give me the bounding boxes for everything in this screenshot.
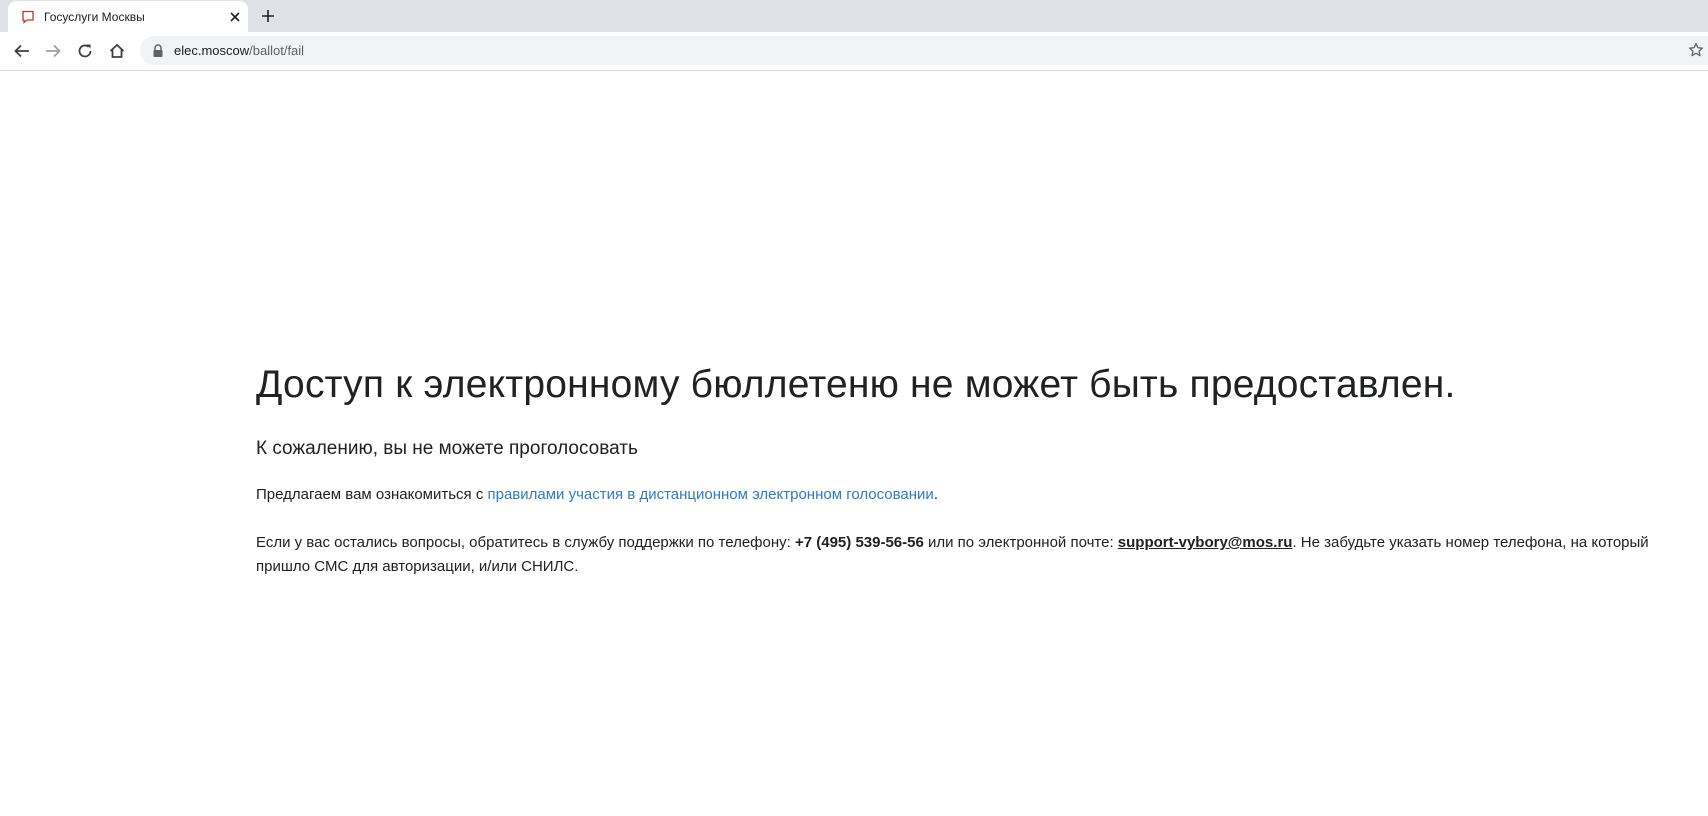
tab-title: Госуслуги Москвы xyxy=(44,10,145,24)
voting-rules-link[interactable]: правилами участия в дистанционном электр… xyxy=(488,486,934,503)
close-tab-icon[interactable] xyxy=(227,9,243,25)
error-content: Доступ к электронному бюллетеню не может… xyxy=(256,360,1656,579)
browser-tabstrip: Госуслуги Москвы xyxy=(0,0,1708,32)
forward-arrow-icon[interactable] xyxy=(44,42,62,60)
address-url[interactable]: elec.moscow/ballot/fail xyxy=(174,43,304,58)
browser-toolbar: elec.moscow/ballot/fail xyxy=(0,32,1708,71)
support-prefix: Если у вас остались вопросы, обратитесь … xyxy=(256,534,795,551)
support-paragraph: Если у вас остались вопросы, обратитесь … xyxy=(256,531,1656,579)
page-title: Доступ к электронному бюллетеню не может… xyxy=(256,363,1456,406)
home-icon[interactable] xyxy=(108,42,126,60)
browser-tab-active[interactable]: Госуслуги Москвы xyxy=(8,1,248,32)
gosuslugi-favicon-icon xyxy=(22,10,34,24)
address-bar[interactable]: elec.moscow/ballot/fail xyxy=(140,36,1708,65)
new-tab-plus-icon[interactable] xyxy=(260,8,276,24)
rules-prefix: Предлагаем вам ознакомиться с xyxy=(256,486,488,503)
rules-suffix: . xyxy=(933,486,938,503)
back-arrow-icon[interactable] xyxy=(13,42,31,60)
rules-paragraph: Предлагаем вам ознакомиться с правилами … xyxy=(256,483,1656,507)
lock-icon[interactable] xyxy=(152,44,164,58)
support-middle: или по электронной почте: xyxy=(923,534,1118,551)
support-phone: +7 (495) 539-56-56 xyxy=(794,534,924,551)
support-email-link[interactable]: support-vybory@mos.ru xyxy=(1118,534,1293,551)
reload-icon[interactable] xyxy=(76,42,94,60)
url-host: elec.moscow xyxy=(174,43,250,58)
bookmark-star-icon[interactable] xyxy=(1688,42,1704,58)
page-subtitle: К сожалению, вы не можете проголосовать xyxy=(256,438,638,459)
url-path: /ballot/fail xyxy=(249,43,305,58)
